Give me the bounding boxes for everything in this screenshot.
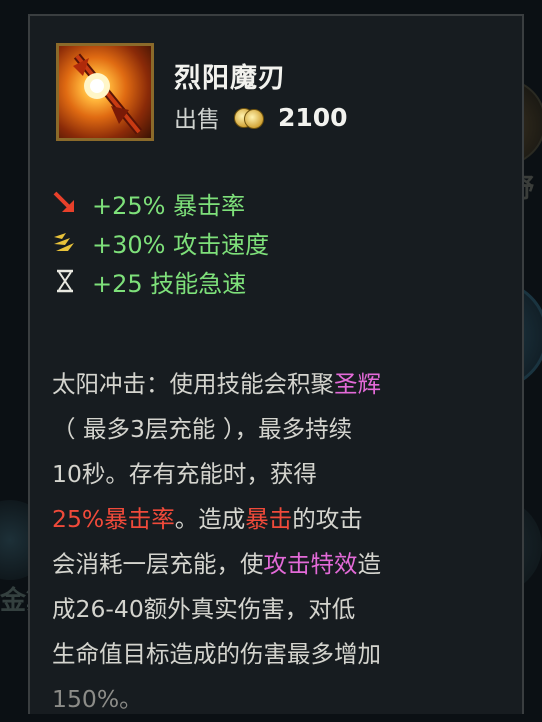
keyword-on-hit: 攻击特效	[263, 550, 358, 578]
stat-text: +25% 暴击率	[92, 191, 246, 220]
passive-description: 太阳冲击：使用技能会积聚圣辉 （ 最多3层充能 ），最多持续 10秒。存有充能时…	[52, 362, 522, 722]
keyword-radiance: 圣辉	[334, 370, 381, 398]
crit-arrow-icon	[53, 191, 74, 212]
keyword-crit: 暴击	[245, 505, 293, 533]
stat-crit: +25% 暴击率	[52, 184, 269, 222]
item-name: 烈阳魔刃	[174, 63, 286, 94]
desc-line: 成26-40额外真实伤害，对低	[52, 595, 356, 623]
desc-line: 会消耗一层充能，使攻击特效造	[52, 550, 381, 578]
hourglass-icon	[57, 269, 73, 293]
desc-line: （ 最多3层充能 ），最多持续	[52, 415, 353, 443]
coin-icon	[234, 106, 268, 129]
desc-line: 生命值目标造成的伤害最多增加	[52, 640, 381, 668]
attack-speed-icon	[54, 233, 74, 251]
desc-line: 25%暴击率。造成暴击的攻击	[52, 505, 363, 533]
stat-attack-speed: +30% 攻击速度	[52, 223, 269, 261]
desc-line: 10秒。存有充能时，获得	[52, 460, 317, 488]
sell-label: 出售	[174, 107, 220, 133]
stats-list: +25% 暴击率 +30% 攻击速度 +25 技能急速	[52, 184, 269, 301]
sell-price: 2100	[278, 102, 348, 132]
stat-ability-haste: +25 技能急速	[52, 262, 269, 300]
stat-text: +25 技能急速	[92, 269, 247, 298]
desc-line: 太阳冲击：使用技能会积聚圣辉	[52, 370, 381, 398]
item-tooltip: 烈阳魔刃 出售 2100 +25% 暴击率 +30% 攻击速度 +25 技能急速…	[28, 14, 524, 714]
sun-blade-icon	[56, 43, 154, 141]
sell-row: 出售 2100	[174, 100, 348, 134]
desc-line: 150%。	[52, 685, 143, 713]
stat-text: +30% 攻击速度	[92, 230, 270, 259]
keyword-crit-rate: 25%暴击率	[52, 505, 175, 533]
